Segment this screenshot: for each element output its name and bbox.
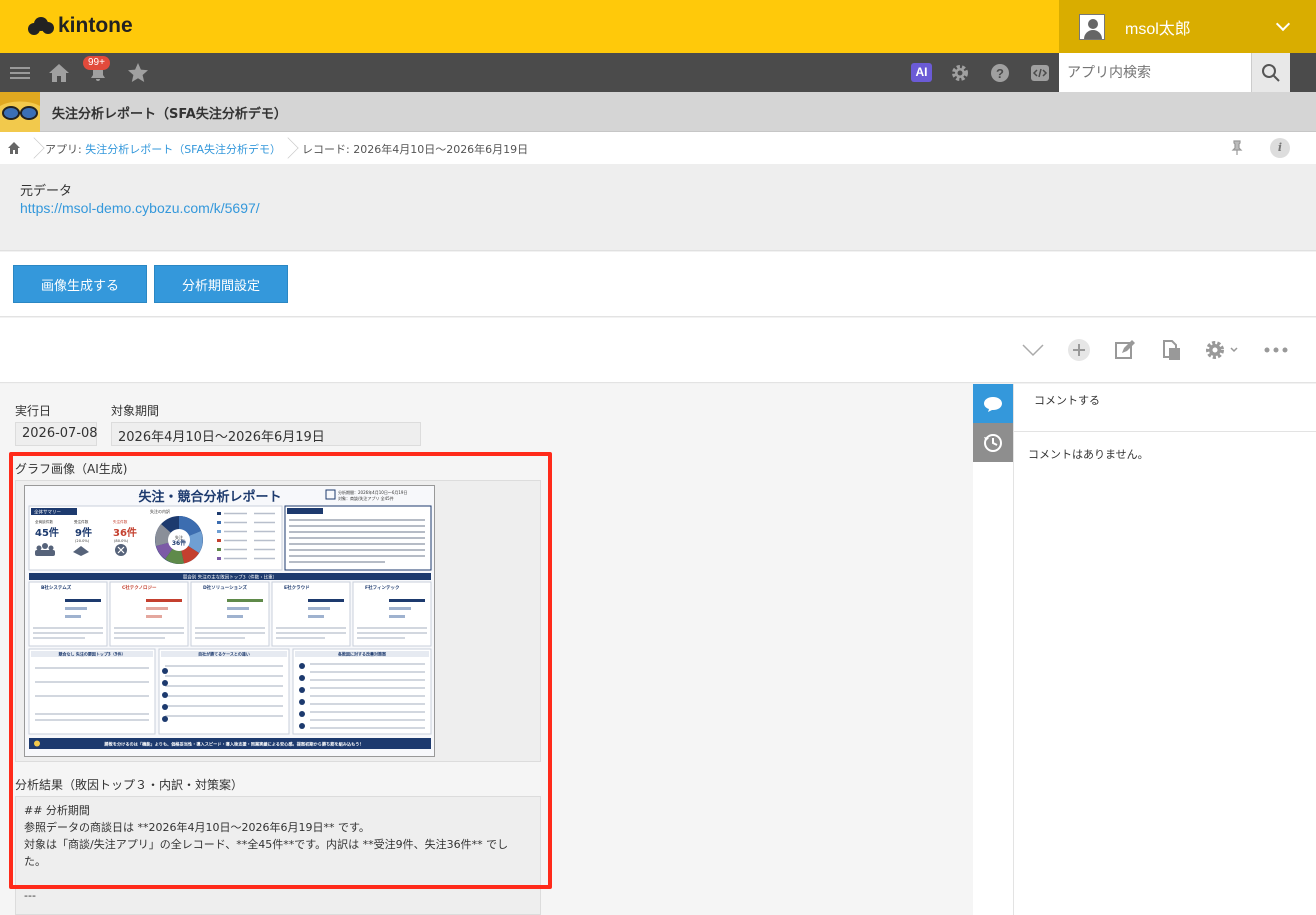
info-icon[interactable]: i	[1270, 138, 1290, 158]
chevron-down-icon[interactable]	[1021, 338, 1045, 362]
record-detail: 実行日 2026-07-08 対象期間 2026年4月10日〜2026年6月19…	[0, 384, 973, 915]
menu-icon[interactable]	[10, 53, 30, 92]
comment-tab[interactable]	[973, 384, 1013, 423]
comments-panel: コメントする コメントはありません。	[1013, 384, 1316, 915]
breadcrumb-app-prefix: アプリ:	[45, 143, 86, 156]
breadcrumb: アプリ: 失注分析レポート（SFA失注分析デモ） レコード: 2026年4月10…	[0, 132, 1316, 164]
search-button[interactable]	[1251, 53, 1290, 92]
speech-bubble-icon	[984, 396, 1002, 412]
code-icon[interactable]	[1028, 53, 1052, 92]
svg-text:?: ?	[996, 66, 1004, 81]
gear-icon[interactable]	[1204, 338, 1240, 362]
breadcrumb-separator	[282, 132, 292, 164]
custom-button-area: 画像生成する 分析期間設定	[0, 252, 1316, 317]
record-toolbar	[0, 318, 1316, 383]
avatar-icon	[1079, 13, 1105, 40]
result-line: ---	[24, 889, 36, 902]
help-icon[interactable]: ?	[988, 53, 1012, 92]
user-menu[interactable]: msol太郎	[1059, 0, 1316, 53]
period-settings-button[interactable]: 分析期間設定	[154, 265, 288, 303]
comment-input[interactable]: コメントする	[1014, 384, 1316, 432]
more-icon[interactable]	[1264, 338, 1288, 362]
app-search-input[interactable]	[1059, 53, 1251, 92]
source-data-link[interactable]: https://msol-demo.cybozu.com/k/5697/	[20, 200, 260, 216]
logo-text: kintone	[58, 14, 133, 37]
app-title-bar: 失注分析レポート（SFA失注分析デモ）	[0, 92, 1316, 132]
breadcrumb-record: レコード: 2026年4月10日〜2026年6月19日	[302, 143, 529, 156]
home-icon[interactable]	[47, 53, 71, 92]
pin-icon[interactable]	[1230, 140, 1244, 156]
highlight-box	[9, 452, 552, 889]
description-label: 元データ	[20, 184, 73, 199]
edit-icon[interactable]	[1113, 338, 1137, 362]
notification-badge: 99+	[83, 56, 110, 70]
copy-icon[interactable]	[1159, 338, 1183, 362]
chevron-down-icon	[1275, 16, 1291, 32]
kintone-logo[interactable]: kintone	[28, 14, 133, 38]
breadcrumb-app-link[interactable]: 失注分析レポート（SFA失注分析デモ）	[85, 143, 281, 156]
history-icon	[984, 433, 1002, 452]
search-icon	[1262, 63, 1280, 82]
breadcrumb-separator	[28, 132, 38, 164]
add-icon[interactable]	[1067, 338, 1091, 362]
ai-icon[interactable]: AI	[911, 63, 932, 82]
global-header: kintone msol太郎	[0, 0, 1316, 53]
app-description: 元データ https://msol-demo.cybozu.com/k/5697…	[0, 164, 1316, 251]
app-icon[interactable]	[0, 92, 40, 132]
gear-icon[interactable]	[948, 53, 972, 92]
cloud-icon	[28, 17, 54, 35]
breadcrumb-app: アプリ: 失注分析レポート（SFA失注分析デモ）	[45, 141, 281, 157]
generate-image-button[interactable]: 画像生成する	[13, 265, 147, 303]
app-title: 失注分析レポート（SFA失注分析デモ）	[52, 107, 287, 122]
star-icon[interactable]	[126, 53, 150, 92]
period-value: 2026年4月10日〜2026年6月19日	[111, 422, 421, 446]
username: msol太郎	[1125, 20, 1191, 38]
exec-date-value: 2026-07-08	[15, 422, 98, 446]
history-tab[interactable]	[973, 423, 1013, 462]
sidebar-tabs	[973, 384, 1013, 915]
period-label: 対象期間	[111, 404, 160, 418]
exec-date-label: 実行日	[15, 404, 52, 418]
home-icon[interactable]	[6, 140, 22, 156]
no-comments-text: コメントはありません。	[1028, 448, 1149, 461]
